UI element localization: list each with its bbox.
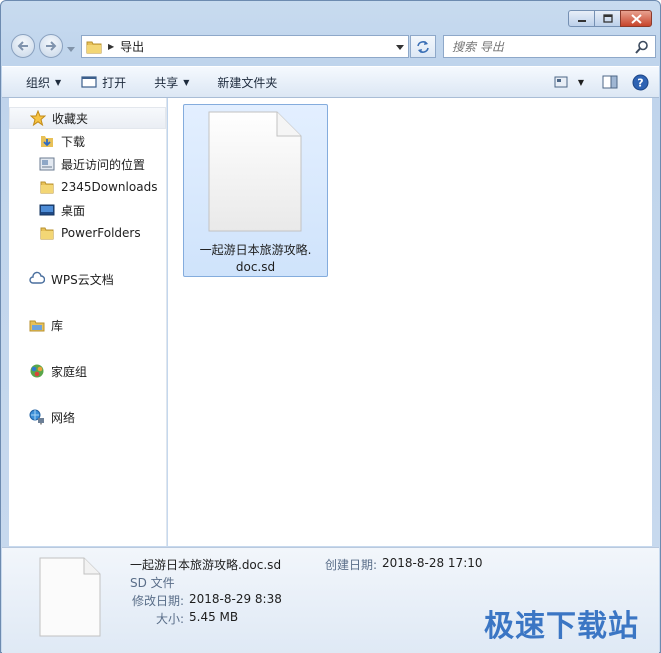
file-name-line: 一起游日本旅游攻略.	[199, 243, 312, 257]
file-name-line: doc.sd	[235, 260, 276, 274]
minimize-icon	[577, 19, 586, 22]
details-filename: 一起游日本旅游攻略.doc.sd	[130, 558, 282, 572]
help-button[interactable]: ?	[632, 74, 649, 91]
forward-button[interactable]	[39, 34, 63, 58]
view-controls: ▼ ?	[554, 74, 659, 91]
minimize-button[interactable]	[568, 10, 595, 27]
refresh-button[interactable]	[410, 35, 436, 58]
new-folder-label: 新建文件夹	[217, 75, 278, 90]
sidebar-item-label: 最近访问的位置	[61, 157, 146, 172]
close-button[interactable]	[620, 10, 652, 27]
search-box[interactable]	[443, 35, 656, 58]
cloud-icon	[29, 271, 45, 287]
network-label: 网络	[51, 410, 76, 425]
document-icon	[39, 557, 101, 637]
details-size-label: 大小:	[156, 612, 185, 626]
chevron-down-icon: ▼	[183, 77, 190, 87]
search-icon[interactable]	[635, 40, 649, 54]
refresh-icon	[417, 40, 429, 53]
address-bar[interactable]: ▶ 导出	[81, 35, 409, 58]
wps-cloud-label: WPS云文档	[51, 272, 114, 287]
sidebar-item-powerfolders[interactable]: PowerFolders	[9, 222, 166, 244]
preview-pane-icon	[602, 75, 618, 89]
back-button[interactable]	[11, 34, 35, 58]
maximize-icon	[602, 14, 613, 23]
command-bar: 组织 ▼ 打开 共享 ▼ 新建文件夹 ▼ ?	[2, 66, 659, 98]
caption-buttons	[568, 10, 652, 27]
star-icon	[30, 110, 46, 126]
sidebar-item-label: 下载	[61, 134, 86, 149]
library-icon	[29, 317, 45, 333]
recent-pages-dropdown[interactable]	[67, 42, 75, 56]
organize-menu[interactable]: 组织 ▼	[18, 71, 69, 93]
folder-icon	[39, 179, 55, 195]
maximize-button[interactable]	[594, 10, 621, 27]
sidebar-item-library[interactable]: 库	[9, 314, 166, 336]
search-input[interactable]	[444, 38, 635, 55]
chevron-down-icon	[396, 44, 404, 50]
chevron-down-icon: ▼	[55, 77, 62, 87]
explorer-window: ▶ 导出 组织 ▼ 打开 共享 ▼ 新建文件夹	[0, 0, 661, 653]
desktop-icon	[39, 202, 55, 218]
open-label: 打开	[102, 75, 127, 90]
homegroup-icon	[29, 363, 45, 379]
sidebar-item-downloads[interactable]: 下载	[9, 130, 166, 152]
sidebar-item-2345downloads[interactable]: 2345Downloads	[9, 176, 166, 198]
details-created-value: 2018-8-28 17:10	[382, 556, 483, 570]
sidebar-item-label: PowerFolders	[61, 226, 141, 240]
file-item[interactable]: 一起游日本旅游攻略. doc.sd	[183, 104, 328, 277]
details-pane: 一起游日本旅游攻略.doc.sd SD 文件 修改日期: 2018-8-29 8…	[2, 547, 659, 653]
sidebar-item-network[interactable]: 网络	[9, 406, 166, 428]
share-menu[interactable]: 共享 ▼	[146, 71, 197, 93]
sidebar-item-recent-places[interactable]: 最近访问的位置	[9, 153, 166, 175]
back-arrow-icon	[17, 41, 28, 51]
sidebar-item-homegroup[interactable]: 家庭组	[9, 360, 166, 382]
open-icon	[81, 76, 97, 88]
forward-arrow-icon	[46, 41, 57, 51]
navigation-pane: 收藏夹 下载 最近访问的位置 2345Downloads 桌面 PowerFol…	[9, 98, 167, 546]
view-options-dropdown[interactable]: ▼	[578, 78, 584, 87]
sidebar-item-wps-cloud[interactable]: WPS云文档	[9, 268, 166, 290]
help-icon: ?	[632, 74, 649, 90]
open-button[interactable]: 打开	[73, 71, 134, 93]
folder-icon	[86, 41, 102, 53]
breadcrumb-separator-icon[interactable]: ▶	[108, 42, 114, 51]
sidebar-item-desktop[interactable]: 桌面	[9, 199, 166, 221]
view-icon	[554, 76, 568, 88]
site-watermark: 极速下载站	[484, 609, 639, 644]
new-folder-button[interactable]: 新建文件夹	[209, 71, 285, 93]
preview-pane-button[interactable]	[602, 75, 618, 89]
sidebar-item-label: 桌面	[61, 203, 86, 218]
file-list[interactable]: 一起游日本旅游攻略. doc.sd	[168, 98, 652, 546]
address-row: ▶ 导出	[9, 33, 656, 59]
details-created-label: 创建日期:	[325, 558, 378, 572]
chevron-down-icon	[67, 47, 75, 52]
download-folder-icon	[39, 133, 55, 149]
folder-icon	[39, 225, 55, 241]
details-file-type: SD 文件	[130, 576, 175, 590]
details-modified-value: 2018-8-29 8:38	[189, 592, 282, 606]
sidebar-item-favorites[interactable]: 收藏夹	[9, 107, 166, 129]
details-size-value: 5.45 MB	[189, 610, 239, 624]
recent-places-icon	[39, 156, 55, 172]
share-label: 共享	[154, 75, 179, 90]
address-dropdown-button[interactable]	[396, 40, 404, 54]
sidebar-item-label: 2345Downloads	[61, 180, 158, 194]
organize-label: 组织	[26, 75, 51, 90]
svg-text:?: ?	[637, 76, 643, 89]
breadcrumb-current[interactable]: 导出	[120, 38, 144, 55]
library-label: 库	[51, 318, 64, 333]
network-icon	[29, 409, 45, 425]
change-view-button[interactable]	[554, 76, 568, 88]
details-modified-label: 修改日期:	[132, 594, 185, 608]
close-icon	[630, 13, 642, 24]
favorites-label: 收藏夹	[52, 111, 89, 126]
file-name: 一起游日本旅游攻略. doc.sd	[184, 242, 327, 276]
document-icon	[208, 111, 302, 232]
homegroup-label: 家庭组	[51, 364, 88, 379]
